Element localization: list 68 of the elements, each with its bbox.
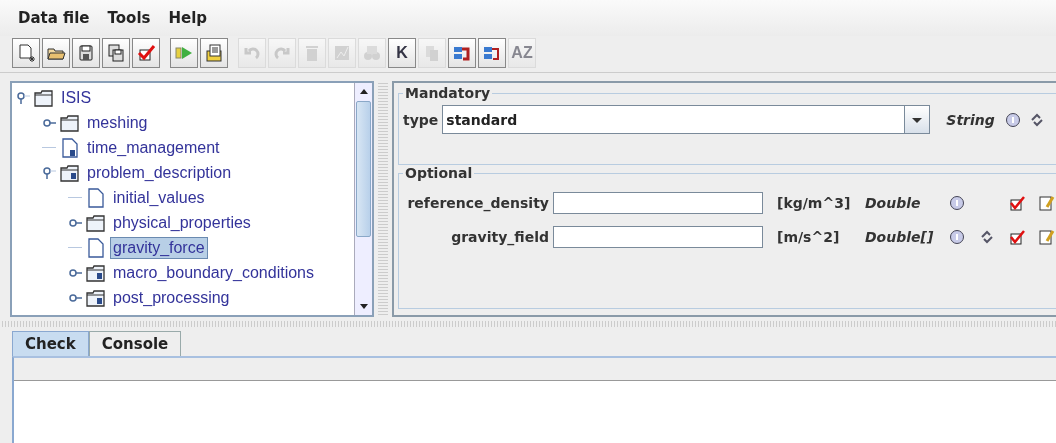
menu-item[interactable]: Data file [18, 9, 90, 27]
check-icon [136, 43, 156, 63]
document-icon [85, 237, 107, 258]
report-icon [204, 43, 224, 63]
expanded-handle-icon[interactable] [42, 165, 56, 180]
tree-item[interactable]: meshing [84, 111, 151, 134]
info-icon[interactable] [949, 229, 965, 245]
input-field[interactable] [553, 226, 763, 248]
folder-icon [85, 262, 107, 283]
checkbox-tick-icon[interactable] [1009, 229, 1025, 245]
scroll-thumb[interactable] [356, 101, 371, 237]
group-title: Mandatory [404, 85, 492, 101]
report-button[interactable] [200, 38, 228, 68]
group-title: Optional [404, 165, 474, 181]
type-label: String [946, 111, 995, 128]
checkbox-tick-icon[interactable] [1009, 195, 1025, 211]
type-dropdown[interactable]: standard [442, 105, 931, 134]
link-icon[interactable] [979, 229, 995, 245]
save-icon [76, 43, 96, 63]
open-button[interactable] [42, 38, 70, 68]
folder-icon [85, 212, 107, 233]
menu-item[interactable]: Tools [107, 9, 151, 27]
expanded-handle-icon[interactable] [16, 90, 30, 105]
info-icon[interactable] [949, 195, 965, 211]
type-label: Double[] [865, 229, 935, 245]
folder-icon [59, 162, 81, 183]
check-button[interactable] [132, 38, 160, 68]
run-button[interactable] [170, 38, 198, 68]
menu-item[interactable]: Help [168, 9, 208, 27]
tab[interactable]: Console [88, 331, 182, 356]
binoculars-icon [362, 43, 382, 63]
dropdown-value: standard [445, 111, 519, 128]
tree-item[interactable]: post_processing [110, 286, 233, 309]
folder-icon [33, 87, 55, 108]
document-icon [59, 137, 81, 158]
new-button[interactable] [12, 38, 40, 68]
info-icon[interactable] [1004, 111, 1021, 128]
edit-icon[interactable] [1039, 195, 1055, 211]
tree-item[interactable]: time_management [84, 136, 223, 159]
new-icon [16, 43, 36, 63]
save-button[interactable] [72, 38, 100, 68]
letter-button[interactable]: K [388, 38, 416, 68]
document-icon [85, 187, 107, 208]
tree-item[interactable]: physical_properties [110, 211, 254, 234]
tab[interactable]: Check [12, 331, 89, 356]
field-label: type [403, 111, 439, 128]
tree-item[interactable]: initial_values [110, 186, 208, 209]
scroll-up-icon[interactable] [358, 87, 369, 97]
type-label: Double [865, 195, 922, 211]
edit-icon[interactable] [1039, 229, 1055, 245]
scroll-down-icon[interactable] [358, 301, 369, 311]
tree-item[interactable]: ISIS [58, 86, 95, 109]
scroll-bar[interactable] [354, 83, 372, 315]
input-field[interactable] [553, 192, 763, 214]
folder-icon [59, 112, 81, 133]
unit-label: [m/s^2] [777, 229, 841, 245]
field-label: reference_density [406, 195, 550, 211]
folder-icon [85, 287, 107, 308]
save-all-button[interactable] [102, 38, 130, 68]
tree-item[interactable]: macro_boundary_conditions [110, 261, 317, 284]
move-up-button[interactable] [448, 38, 476, 68]
field-label: gravity_field [450, 229, 550, 245]
tree-item[interactable]: problem_description [84, 161, 235, 184]
tree-item[interactable]: gravity_force [110, 236, 208, 259]
chart-icon [332, 43, 352, 63]
save-all-icon [106, 43, 126, 63]
unit-label: [kg/m^3] [777, 195, 852, 211]
move-down-button[interactable] [478, 38, 506, 68]
